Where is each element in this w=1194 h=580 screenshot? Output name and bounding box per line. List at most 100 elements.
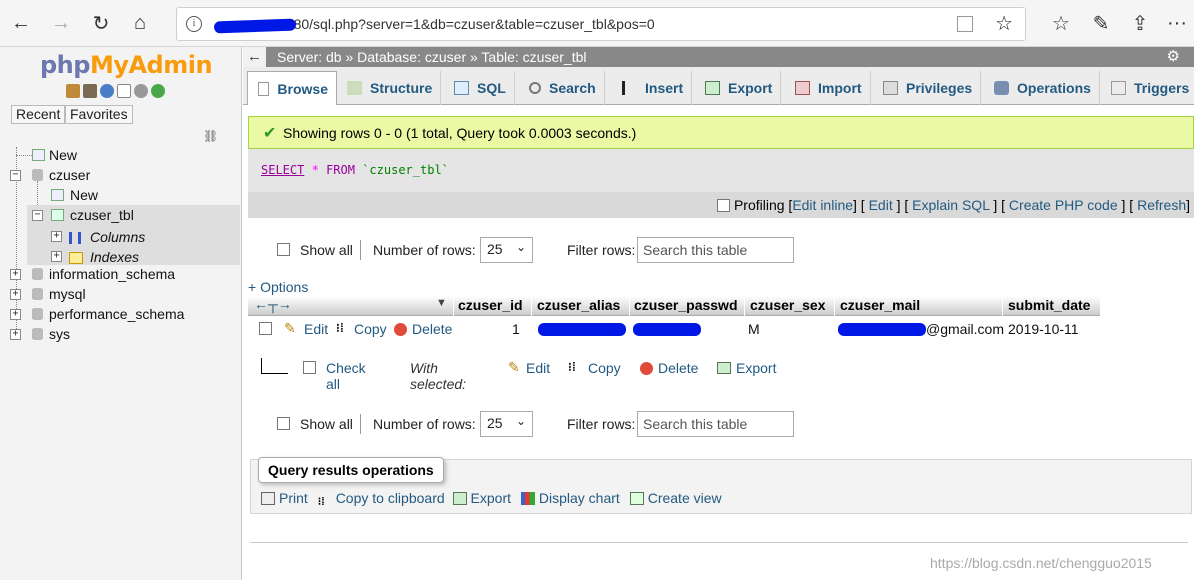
tab-operations[interactable]: Operations [984,71,1100,105]
tree-db-performance-schema[interactable]: performance_schema [49,306,184,322]
table-crumb[interactable]: Table: czuser_tbl [481,49,586,65]
filter-rows-input[interactable]: Search this table [637,411,794,437]
gear-icon[interactable]: ⚙ [1167,47,1180,65]
recent-tab[interactable]: Recent [11,105,66,124]
expand-icon[interactable]: + [10,269,21,280]
docs-icon[interactable] [117,84,131,98]
collapse-nav-icon[interactable]: ← [243,47,267,67]
tab-privileges[interactable]: Privileges [873,71,982,105]
edit-sql-link[interactable]: Edit [869,197,893,213]
reload-icon[interactable] [151,84,165,98]
tab-triggers[interactable]: Triggers [1101,71,1194,105]
address-bar[interactable]: i 8080/sql.php?server=1&db=czuser&table=… [176,7,1026,41]
tab-export[interactable]: Export [695,71,782,105]
bulk-delete-button[interactable]: Delete [658,360,698,376]
divider [360,240,361,260]
wrench-icon [994,81,1009,95]
bulk-export-button[interactable]: Export [736,360,776,376]
column-header[interactable]: czuser_sex [750,297,826,313]
expand-icon[interactable]: + [51,231,62,242]
tree-indexes[interactable]: Indexes [90,249,139,265]
explain-sql-link[interactable]: Explain SQL [912,197,989,213]
tree-db-mysql[interactable]: mysql [49,286,86,302]
tree-db-sys[interactable]: sys [49,326,70,342]
query-ops-title: Query results operations [258,457,444,483]
row-edit-link[interactable]: Edit [304,321,328,337]
tree-db-information-schema[interactable]: information_schema [49,266,175,282]
tab-sql[interactable]: SQL [444,71,515,105]
bulk-edit-button[interactable]: Edit [526,360,550,376]
share-icon[interactable]: ⇪ [1123,6,1157,40]
tab-insert[interactable]: Insert [612,71,693,105]
rows-per-page-select[interactable]: 25 ⌄ [480,411,533,437]
options-link[interactable]: + Options [248,279,308,295]
export-link[interactable]: Export [471,490,511,506]
display-chart-link[interactable]: Display chart [539,490,620,506]
bulk-copy-button[interactable]: Copy [588,360,621,376]
edit-inline-link[interactable]: Edit inline [792,197,853,213]
refresh-link[interactable]: Refresh [1137,197,1186,213]
database-crumb[interactable]: Database: czuser » [357,49,478,65]
tab-search[interactable]: Search [519,71,605,105]
sort-dropdown-icon[interactable]: ▼ [436,297,447,309]
tab-structure[interactable]: Structure [337,71,442,105]
server-crumb[interactable]: Server: db » [277,49,353,65]
row-copy-link[interactable]: Copy [354,321,387,337]
collapse-icon[interactable]: − [32,210,43,221]
phpmyadmin-logo[interactable]: phpMyAdmin [40,51,213,79]
column-header[interactable]: czuser_id [458,297,523,313]
success-message: ✔ Showing rows 0 - 0 (1 total, Query too… [248,116,1194,149]
settings-icon[interactable] [134,84,148,98]
rows-per-page-select[interactable]: 25 ⌄ [480,237,533,263]
copy-clipboard-link[interactable]: Copy to clipboard [336,490,445,506]
print-link[interactable]: Print [279,490,308,506]
refresh-icon[interactable]: ↻ [84,6,118,40]
check-all-checkbox[interactable] [303,361,316,374]
show-all-checkbox[interactable] [277,243,290,256]
show-all-checkbox[interactable] [277,417,290,430]
create-php-code-link[interactable]: Create PHP code [1009,197,1118,213]
check-all-label[interactable]: Check all [326,360,366,392]
create-view-link[interactable]: Create view [648,490,722,506]
column-header[interactable]: czuser_passwd [634,297,738,313]
expand-icon[interactable]: + [51,251,62,262]
info-icon[interactable]: i [186,16,202,32]
help-icon[interactable] [100,84,114,98]
print-icon [261,492,275,505]
favorite-star-icon[interactable]: ☆ [995,11,1013,36]
column-header[interactable]: czuser_mail [840,297,920,313]
show-all-label: Show all [300,416,353,432]
row-checkbox[interactable] [259,322,272,335]
home-icon[interactable]: ⌂ [123,6,157,40]
filter-rows-input[interactable]: Search this table [637,237,794,263]
tab-import[interactable]: Import [785,71,871,105]
column-header[interactable]: czuser_alias [537,297,620,313]
expand-icon[interactable]: + [10,289,21,300]
tree-table-czuser-tbl[interactable]: czuser_tbl [70,207,134,223]
column-resize-icon[interactable]: ←┬→ [254,296,292,312]
home-icon[interactable] [66,84,80,98]
favorites-tab[interactable]: Favorites [65,105,133,124]
row-delete-link[interactable]: Delete [412,321,452,337]
table-row: ✎ Edit ⁝⁞ Copy Delete 1 M @gmail.com 201… [248,318,1100,340]
link-icon[interactable]: ⛓ [203,129,218,143]
profiling-checkbox[interactable] [717,199,731,212]
tree-columns[interactable]: Columns [90,229,145,245]
tree-czuser-new[interactable]: New [70,187,98,203]
collapse-icon[interactable]: − [10,170,21,181]
favorites-icon[interactable]: ☆ [1044,6,1078,40]
back-icon[interactable]: ← [4,6,38,40]
forward-icon[interactable]: → [44,6,78,40]
expand-icon[interactable]: + [10,309,21,320]
more-icon[interactable]: ··· [1160,6,1194,40]
column-header[interactable]: submit_date [1008,297,1090,313]
tab-browse[interactable]: Browse [247,71,337,105]
tree-db-czuser[interactable]: czuser [49,167,90,183]
pen-icon[interactable]: ✎ [1084,6,1118,40]
reading-view-icon[interactable] [957,16,973,32]
logout-icon[interactable] [83,84,97,98]
expand-icon[interactable]: + [10,329,21,340]
chevron-down-icon: ⌄ [515,240,526,254]
copy-icon: ⁝⁞ [336,321,344,335]
tree-new[interactable]: New [49,147,77,163]
